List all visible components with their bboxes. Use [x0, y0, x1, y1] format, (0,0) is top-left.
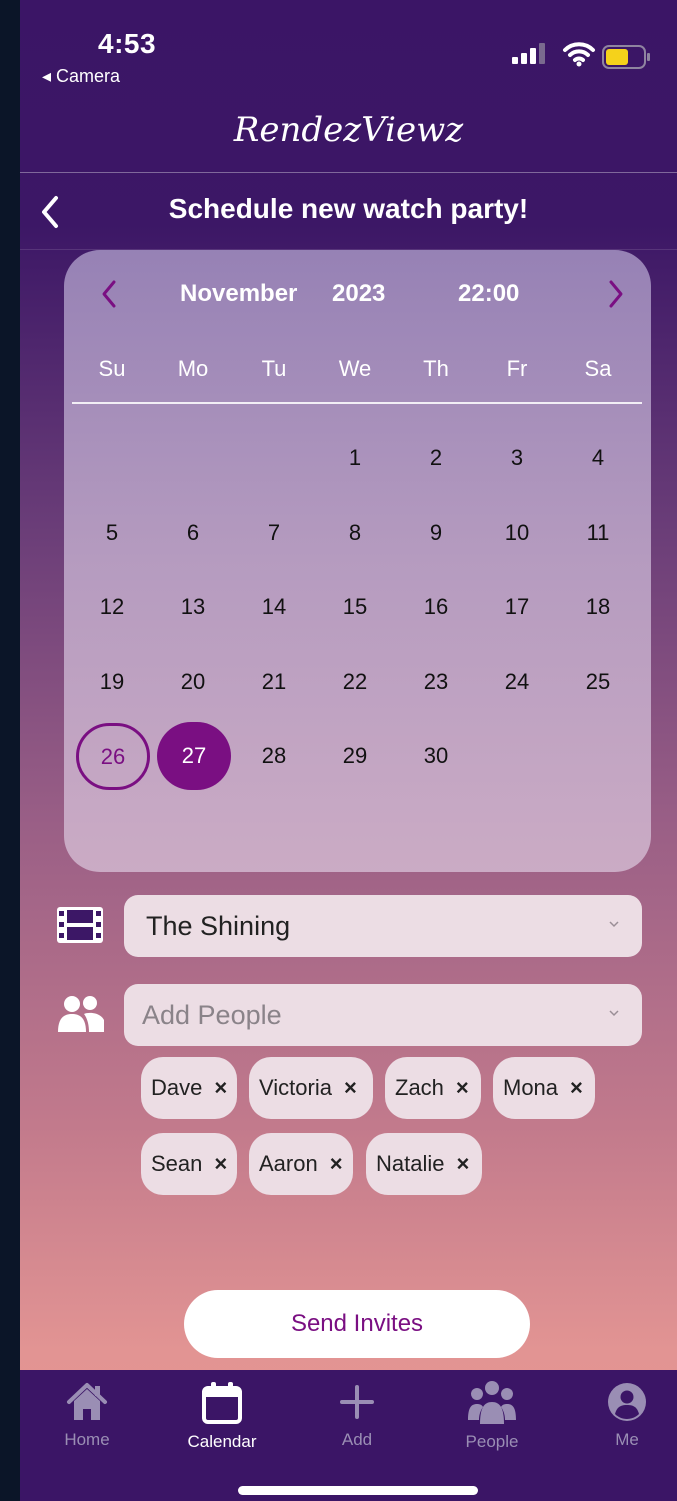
people-icon: [56, 994, 106, 1034]
calendar-day[interactable]: 2: [401, 426, 471, 490]
person-chip: Zach ×: [385, 1057, 481, 1119]
next-month-chevron-icon[interactable]: [595, 272, 635, 316]
back-to-camera-link[interactable]: ◂ Camera: [42, 66, 120, 87]
tab-me[interactable]: Me: [567, 1380, 677, 1450]
tab-people[interactable]: People: [432, 1380, 552, 1452]
calendar-time[interactable]: 22:00: [458, 280, 519, 308]
weekday-label: We: [338, 356, 372, 381]
app-logo: RendezViewz: [233, 110, 464, 150]
tab-add-label: Add: [341, 1430, 373, 1449]
calendar-icon: [202, 1382, 242, 1424]
tab-people-label: People: [465, 1432, 519, 1451]
tab-home[interactable]: Home: [27, 1380, 147, 1450]
movie-select[interactable]: The Shining: [124, 895, 642, 957]
remove-person-icon[interactable]: ×: [570, 1075, 583, 1101]
calendar-day[interactable]: 9: [401, 501, 471, 565]
home-indicator[interactable]: [238, 1486, 478, 1495]
home-icon: [67, 1383, 107, 1420]
calendar-day[interactable]: 6: [158, 501, 228, 565]
calendar-day[interactable]: 18: [563, 575, 633, 639]
person-chip: Mona ×: [493, 1057, 595, 1119]
remove-person-icon[interactable]: ×: [456, 1151, 469, 1177]
add-people-placeholder: Add People: [142, 1000, 282, 1030]
calendar-day[interactable]: 10: [482, 501, 552, 565]
calendar-day[interactable]: 21: [239, 650, 309, 714]
person-chip-label: Dave: [151, 1075, 203, 1100]
person-chip-label: Victoria: [259, 1075, 332, 1100]
calendar-day[interactable]: 5: [77, 501, 147, 565]
chevron-down-icon: [609, 921, 619, 928]
person-chip: Dave ×: [141, 1057, 237, 1119]
add-people-select[interactable]: Add People: [124, 984, 642, 1046]
app-screen: 4:53 ◂ Camera RendezViewz Schedule new w…: [20, 0, 677, 1501]
page-title: Schedule new watch party!: [168, 193, 529, 224]
person-chip-label: Mona: [503, 1075, 559, 1100]
weekday-label: Sa: [584, 356, 612, 381]
person-chip: Aaron ×: [249, 1133, 353, 1195]
calendar-day[interactable]: 20: [158, 650, 228, 714]
calendar-day[interactable]: 30: [401, 724, 471, 788]
cellular-signal-icon: [512, 42, 552, 71]
calendar-day[interactable]: 23: [401, 650, 471, 714]
remove-person-icon[interactable]: ×: [214, 1151, 227, 1177]
person-chip-label: Natalie: [376, 1151, 445, 1176]
movie-select-value: The Shining: [146, 911, 291, 941]
calendar-day[interactable]: 28: [239, 724, 309, 788]
remove-person-icon[interactable]: ×: [456, 1075, 469, 1101]
calendar-day[interactable]: 19: [77, 650, 147, 714]
calendar-day[interactable]: 22: [320, 650, 390, 714]
weekday-label: Fr: [506, 356, 528, 381]
person-chip-label: Zach: [395, 1075, 444, 1100]
prev-month-chevron-icon[interactable]: [90, 272, 130, 316]
calendar-day[interactable]: 4: [563, 426, 633, 490]
remove-person-icon[interactable]: ×: [330, 1151, 343, 1177]
calendar-day-today[interactable]: 26: [76, 723, 150, 790]
film-icon: [56, 906, 104, 944]
send-invites-button[interactable]: Send Invites: [184, 1290, 530, 1358]
calendar-day[interactable]: 1: [320, 426, 390, 490]
tab-calendar[interactable]: Calendar: [162, 1380, 282, 1452]
calendar-day-selected[interactable]: 27: [157, 722, 231, 790]
calendar-day[interactable]: 29: [320, 724, 390, 788]
calendar-day[interactable]: 14: [239, 575, 309, 639]
person-chip: Victoria ×: [249, 1057, 373, 1119]
person-chip: Sean ×: [141, 1133, 237, 1195]
calendar-day[interactable]: 25: [563, 650, 633, 714]
tab-calendar-label: Calendar: [187, 1432, 257, 1451]
wifi-icon: [562, 40, 596, 73]
weekday-label: Mo: [177, 356, 209, 381]
calendar-day[interactable]: 7: [239, 501, 309, 565]
calendar-day[interactable]: 17: [482, 575, 552, 639]
person-chip-label: Aaron: [259, 1151, 318, 1176]
weekday-divider: [72, 402, 642, 404]
person-chip-label: Sean: [151, 1151, 203, 1176]
calendar-day[interactable]: 15: [320, 575, 390, 639]
calendar-year[interactable]: 2023: [332, 280, 385, 308]
person-chip: Natalie ×: [366, 1133, 482, 1195]
calendar-day[interactable]: 12: [77, 575, 147, 639]
chevron-down-icon: [609, 1010, 619, 1017]
calendar-day[interactable]: 16: [401, 575, 471, 639]
battery-icon: [602, 44, 652, 75]
people-icon: [468, 1381, 516, 1424]
status-time: 4:53: [98, 28, 157, 59]
tab-me-label: Me: [615, 1430, 639, 1449]
header-divider: [20, 172, 677, 173]
calendar-day[interactable]: 13: [158, 575, 228, 639]
weekday-label: Su: [98, 356, 126, 381]
calendar-day[interactable]: 3: [482, 426, 552, 490]
remove-person-icon[interactable]: ×: [214, 1075, 227, 1101]
calendar-day[interactable]: 8: [320, 501, 390, 565]
remove-person-icon[interactable]: ×: [344, 1075, 357, 1101]
calendar-month[interactable]: November: [180, 280, 297, 308]
plus-icon: [340, 1385, 374, 1419]
weekday-label: Tu: [261, 356, 287, 381]
calendar-day[interactable]: 24: [482, 650, 552, 714]
tab-home-label: Home: [64, 1430, 110, 1449]
calendar-day[interactable]: 11: [563, 501, 633, 565]
tab-add[interactable]: Add: [297, 1380, 417, 1450]
weekday-label: Th: [423, 356, 449, 381]
user-icon: [608, 1383, 646, 1421]
